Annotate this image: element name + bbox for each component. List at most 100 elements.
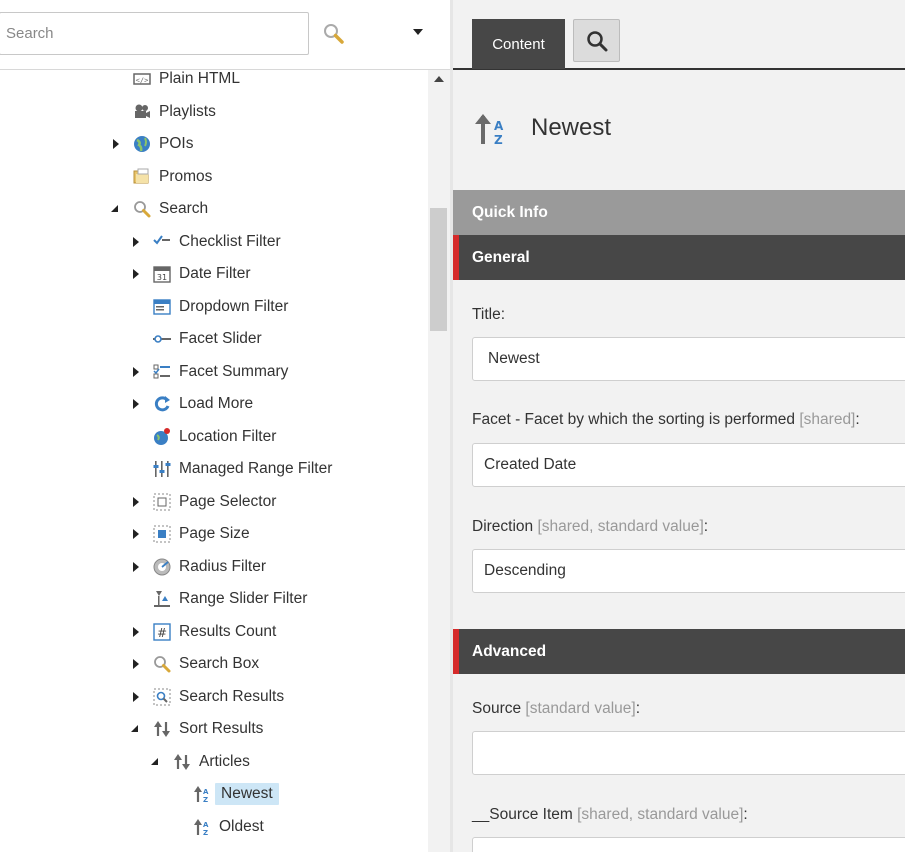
tree-node-content[interactable]: Page Selector <box>152 489 280 515</box>
title-field[interactable]: Newest <box>472 337 905 381</box>
section-general[interactable]: General <box>453 235 905 280</box>
tree-node-label[interactable]: Page Size <box>175 523 254 545</box>
section-advanced[interactable]: Advanced <box>453 629 905 674</box>
tree-node[interactable]: Playlists <box>0 99 428 125</box>
tree-expand-arrow-icon[interactable] <box>130 561 142 573</box>
tree-node-label[interactable]: Dropdown Filter <box>175 296 292 318</box>
tree-node[interactable]: Range Slider Filter <box>0 586 428 612</box>
tree-expand-arrow-icon[interactable] <box>130 528 142 540</box>
tree-node-label[interactable]: Facet Slider <box>175 328 266 350</box>
tree-node-label[interactable]: Oldest <box>215 816 268 838</box>
tree-node-label[interactable]: Results Count <box>175 621 280 643</box>
tree-node[interactable]: Location Filter <box>0 424 428 450</box>
tree-node[interactable]: # Results Count <box>0 619 428 645</box>
tree-node-label[interactable]: Location Filter <box>175 426 280 448</box>
tab-content[interactable]: Content <box>472 19 565 69</box>
tree-node[interactable]: Managed Range Filter <box>0 456 428 482</box>
tree-node[interactable]: Dropdown Filter <box>0 294 428 320</box>
tree-node-content[interactable]: Managed Range Filter <box>152 456 336 482</box>
tree-node-content[interactable]: Search <box>132 196 212 222</box>
tree-node-label[interactable]: POIs <box>155 133 197 155</box>
tree-node[interactable]: </> Plain HTML <box>0 70 428 92</box>
tree-node-label[interactable]: Promos <box>155 166 216 188</box>
tree-node-content[interactable]: Promos <box>132 164 216 190</box>
tree-expand-arrow-icon[interactable] <box>130 268 142 280</box>
tree-collapse-arrow-icon[interactable] <box>150 756 162 768</box>
tree-node-label[interactable]: Range Slider Filter <box>175 588 311 610</box>
tree-node[interactable]: Promos <box>0 164 428 190</box>
tree-node-content[interactable]: Facet Summary <box>152 359 292 385</box>
tree-node-content[interactable]: Checklist Filter <box>152 229 285 255</box>
section-quick-info[interactable]: Quick Info <box>453 190 905 235</box>
tree-node-label[interactable]: Plain HTML <box>155 70 244 90</box>
tree-node[interactable]: Articles <box>0 749 428 775</box>
tree-node-content[interactable]: A Z Oldest <box>192 814 268 840</box>
tree-node-label[interactable]: Search <box>155 198 212 220</box>
tree-expand-arrow-icon[interactable] <box>130 626 142 638</box>
tree-node[interactable]: Page Size <box>0 521 428 547</box>
tree-node-content[interactable]: Page Size <box>152 521 254 547</box>
tree-node-content[interactable]: Load More <box>152 391 257 417</box>
search-icon[interactable] <box>320 20 348 48</box>
tree-node-content[interactable]: Search Box <box>152 651 263 677</box>
tree-node-label[interactable]: Page Selector <box>175 491 280 513</box>
tree-node[interactable]: Page Selector <box>0 489 428 515</box>
tree-expand-arrow-icon[interactable] <box>130 398 142 410</box>
source-item-field[interactable] <box>472 837 905 852</box>
tree-node-label[interactable]: Radius Filter <box>175 556 270 578</box>
tree-node-label[interactable]: Search Results <box>175 686 288 708</box>
source-field[interactable] <box>472 731 905 775</box>
tree-node-content[interactable]: Facet Slider <box>152 326 266 352</box>
facet-select[interactable]: Created Date <box>472 443 905 487</box>
tree-node-label[interactable]: Search Box <box>175 653 263 675</box>
tree-node[interactable]: A Z Oldest <box>0 814 428 840</box>
tree-collapse-arrow-icon[interactable] <box>110 203 122 215</box>
tree-node-content[interactable]: # Results Count <box>152 619 280 645</box>
tree-node[interactable]: Sort Results <box>0 716 428 742</box>
tree-node-content[interactable]: </> Plain HTML <box>132 70 244 92</box>
tree-node-content[interactable]: Sort Results <box>152 716 267 742</box>
tree-expand-arrow-icon[interactable] <box>130 366 142 378</box>
tree-node[interactable]: Facet Slider <box>0 326 428 352</box>
tree-node-label[interactable]: Load More <box>175 393 257 415</box>
scroll-thumb[interactable] <box>430 208 447 331</box>
tree-node-content[interactable]: Articles <box>172 749 254 775</box>
scroll-up-arrow-icon[interactable] <box>434 76 444 82</box>
tree-node[interactable]: Search <box>0 196 428 222</box>
tree-scrollbar[interactable] <box>428 70 450 852</box>
tree-node[interactable]: Facet Summary <box>0 359 428 385</box>
tree-node-content[interactable]: Radius Filter <box>152 554 270 580</box>
search-tab-button[interactable] <box>573 19 620 62</box>
tree-node-label[interactable]: Articles <box>195 751 254 773</box>
tree-node-label[interactable]: Managed Range Filter <box>175 458 336 480</box>
tree-node[interactable]: Checklist Filter <box>0 229 428 255</box>
tree-node[interactable]: Search Box <box>0 651 428 677</box>
tree-node[interactable]: A Z Newest <box>0 781 428 807</box>
tree-node-content[interactable]: A Z Newest <box>192 781 279 807</box>
tree-node-label[interactable]: Date Filter <box>175 263 255 285</box>
tree-expand-arrow-icon[interactable] <box>130 691 142 703</box>
tree-collapse-arrow-icon[interactable] <box>130 723 142 735</box>
tree-node-content[interactable]: Dropdown Filter <box>152 294 292 320</box>
direction-select[interactable]: Descending <box>472 549 905 593</box>
tree-node-label[interactable]: Sort Results <box>175 718 267 740</box>
tree-node[interactable]: Load More <box>0 391 428 417</box>
tree-node-label[interactable]: Facet Summary <box>175 361 292 383</box>
tree-node-content[interactable]: 31 Date Filter <box>152 261 255 287</box>
tree-expand-arrow-icon[interactable] <box>130 236 142 248</box>
tree-search-input[interactable] <box>0 12 309 55</box>
tree-node[interactable]: POIs <box>0 131 428 157</box>
tree-node[interactable]: Radius Filter <box>0 554 428 580</box>
tree-node-content[interactable]: Playlists <box>132 99 220 125</box>
tree-node-label[interactable]: Playlists <box>155 101 220 123</box>
tree-expand-arrow-icon[interactable] <box>110 138 122 150</box>
tree-expand-arrow-icon[interactable] <box>130 496 142 508</box>
tree-expand-arrow-icon[interactable] <box>130 658 142 670</box>
tree-node-content[interactable]: Range Slider Filter <box>152 586 311 612</box>
tree-node-content[interactable]: Location Filter <box>152 424 280 450</box>
tree-node-label[interactable]: Checklist Filter <box>175 231 285 253</box>
tree-node-content[interactable]: Search Results <box>152 684 288 710</box>
chevron-down-icon[interactable] <box>408 22 428 42</box>
tree-node[interactable]: 31 Date Filter <box>0 261 428 287</box>
tree-node[interactable]: Search Results <box>0 684 428 710</box>
